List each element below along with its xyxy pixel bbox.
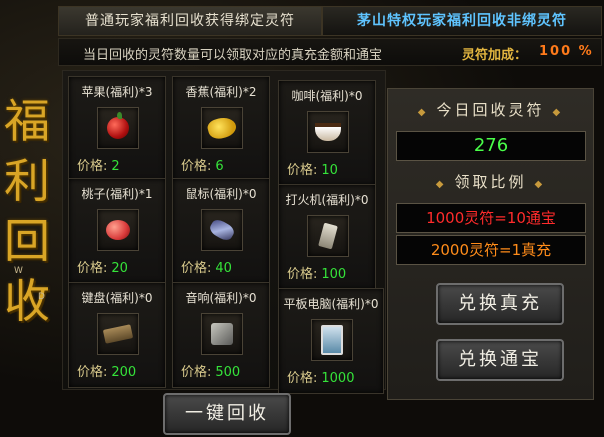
item-card-coffee[interactable]: 咖啡(福利)*0 价格: 10 [278,80,376,186]
item-slot [307,215,349,257]
recycle-summary-panel: ◆ 今日回收灵符 ◆ 276 ◆ 领取比例 ◆ 1000灵符=10通宝 2000灵符=1… [387,88,594,400]
item-price: 价格: 20 [77,257,128,276]
item-name: 苹果(福利)*3 [81,85,153,99]
lighter-icon [318,222,338,250]
bonus-value: 100 % [539,44,594,59]
price-value: 10 [321,163,338,178]
price-label: 价格: [287,371,318,386]
item-price: 价格: 10 [287,159,338,178]
rate-tongbao: 1000灵符=10通宝 [396,203,586,233]
price-value: 6 [215,159,224,174]
notice-bar: 当日回收的灵符数量可以领取对应的真充金额和通宝 灵符加成： 100 % [58,38,602,66]
item-price: 价格: 100 [287,263,346,282]
side-decor-d: D [38,292,45,302]
peach-icon [106,220,130,240]
item-slot [97,313,139,355]
item-card-apple[interactable]: 苹果(福利)*3 价格: 2 [68,76,166,182]
price-value: 20 [111,261,128,276]
price-value: 100 [321,267,347,282]
item-slot [97,107,139,149]
item-name: 平板电脑(福利)*0 [283,297,379,311]
price-label: 价格: [77,261,108,276]
price-value: 1000 [321,371,355,386]
item-slot [311,319,353,361]
bonus-label: 灵符加成： [462,48,528,63]
price-value: 500 [215,365,241,380]
item-name: 打火机(福利)*0 [285,193,369,207]
item-name: 音响(福利)*0 [185,291,257,305]
item-slot [201,107,243,149]
notice-text: 当日回收的灵符数量可以领取对应的真充金额和通宝 [83,48,383,63]
banana-icon [205,114,239,142]
side-decor-w: W [14,266,23,276]
item-name: 键盘(福利)*0 [81,291,153,305]
side-decor-char-2: 利 [4,154,50,208]
item-price: 价格: 500 [181,361,240,380]
item-slot [201,209,243,251]
coffee-icon [315,123,341,141]
exchange-real-button[interactable]: 兑换真充 [436,283,564,325]
item-price: 价格: 2 [77,155,120,174]
ratio-title: 领取比例 [454,173,527,191]
item-name: 桃子(福利)*1 [81,187,153,201]
side-decor-char-3: 回 [4,214,50,268]
item-price: 价格: 1000 [287,367,354,386]
price-value: 40 [215,261,232,276]
diamond-icon: ◆ [552,107,564,118]
keyboard-icon [102,324,134,344]
item-card-banana[interactable]: 香蕉(福利)*2 价格: 6 [172,76,270,182]
price-label: 价格: [77,159,108,174]
tablet-icon [321,325,343,355]
apple-icon [107,112,129,139]
diamond-icon: ◆ [417,107,429,118]
item-slot [97,209,139,251]
tab-normal-player[interactable]: 普通玩家福利回收获得绑定灵符 [58,6,322,36]
item-card-keyboard[interactable]: 键盘(福利)*0 价格: 200 [68,282,166,388]
price-label: 价格: [181,159,212,174]
item-name: 咖啡(福利)*0 [291,89,363,103]
item-slot [307,111,349,153]
today-recycle-header: ◆ 今日回收灵符 ◆ [388,97,593,123]
ratio-header: ◆ 领取比例 ◆ [388,169,593,195]
price-label: 价格: [287,163,318,178]
item-price: 价格: 6 [181,155,224,174]
item-name: 香蕉(福利)*2 [185,85,257,99]
item-card-mouse[interactable]: 鼠标(福利)*0 价格: 40 [172,178,270,284]
item-price: 价格: 40 [181,257,232,276]
item-card-speaker[interactable]: 音响(福利)*0 价格: 500 [172,282,270,388]
item-card-lighter[interactable]: 打火机(福利)*0 价格: 100 [278,184,376,290]
collect-all-button[interactable]: 一键回收 [163,393,291,435]
price-label: 价格: [77,365,108,380]
side-decor-char-1: 福 [4,94,50,148]
mouse-icon [207,217,237,243]
today-recycle-title: 今日回收灵符 [436,101,545,119]
exchange-coin-button[interactable]: 兑换通宝 [436,339,564,381]
diamond-icon: ◆ [534,179,546,190]
price-label: 价格: [287,267,318,282]
item-slot [201,313,243,355]
today-recycle-count: 276 [396,131,586,161]
item-card-peach[interactable]: 桃子(福利)*1 价格: 20 [68,178,166,284]
item-price: 价格: 200 [77,361,136,380]
price-label: 价格: [181,365,212,380]
item-card-tablet[interactable]: 平板电脑(福利)*0 价格: 1000 [278,288,384,394]
tab-vip-player[interactable]: 茅山特权玩家福利回收非绑灵符 [322,6,602,36]
item-name: 鼠标(福利)*0 [185,187,257,201]
price-label: 价格: [181,261,212,276]
price-value: 200 [111,365,137,380]
speaker-icon [211,323,233,345]
rate-zhenchong: 2000灵符=1真充 [396,235,586,265]
price-value: 2 [111,159,120,174]
diamond-icon: ◆ [435,179,447,190]
